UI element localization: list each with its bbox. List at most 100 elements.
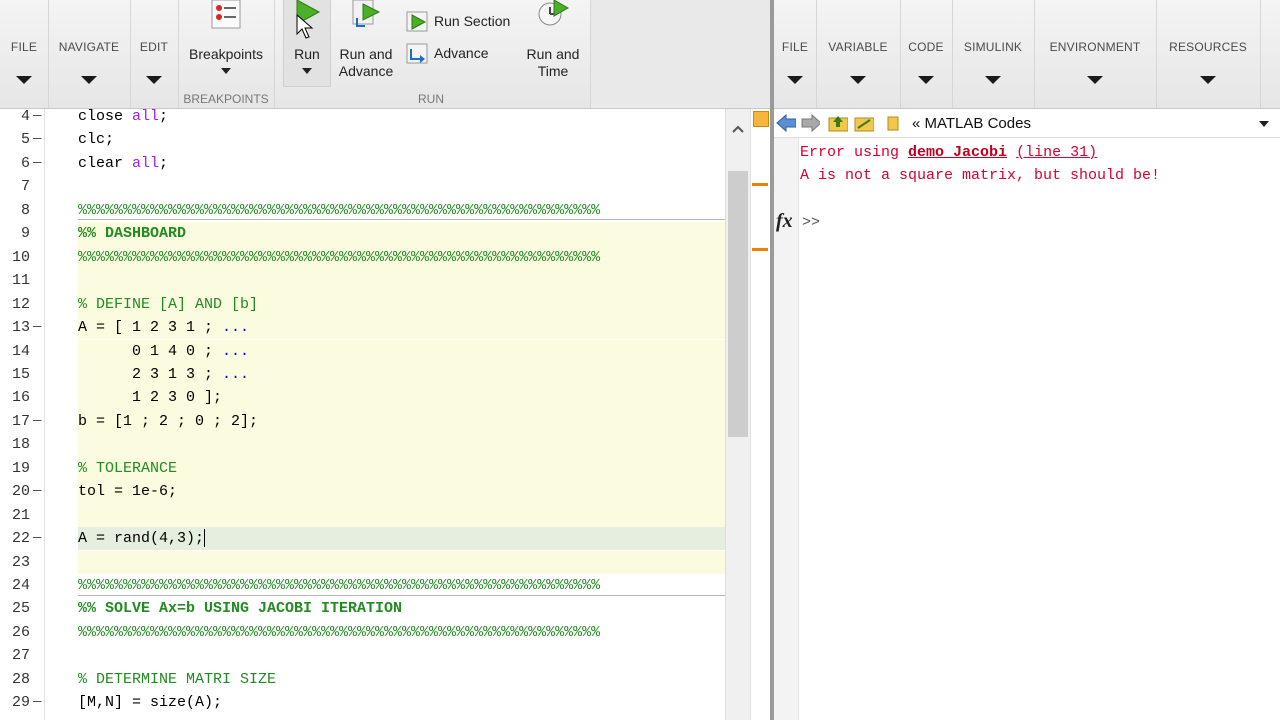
breakpoint-dash[interactable]: —	[33, 109, 41, 128]
chevron-down-icon[interactable]	[1259, 121, 1269, 127]
code-text: 2 3 1 3 ; ...	[78, 363, 249, 386]
code-line[interactable]: 25 %% SOLVE Ax=b USING JACOBI ITERATION	[0, 597, 725, 620]
fx-function-browser-icon[interactable]: fx	[776, 210, 793, 233]
warning-mark[interactable]	[752, 248, 768, 251]
text-cursor	[204, 529, 206, 548]
line-number: 20	[11, 483, 30, 501]
code-line[interactable]: 12 % DEFINE [A] AND [b]	[12, 292, 725, 316]
code-line[interactable]: 9 %% DASHBOARD	[21, 222, 725, 246]
code-line[interactable]: 20— tol = 1e-6;	[12, 480, 725, 504]
breakpoint-dash[interactable]: —	[33, 152, 41, 175]
tab-file[interactable]: FILE	[0, 0, 49, 108]
code-line[interactable]: 26%%%%%%%%%%%%%%%%%%%%%%%%%%%%%%%%%%%%%%…	[0, 621, 725, 644]
scrollbar-thumb[interactable]	[728, 171, 748, 437]
tab-navigate-label: NAVIGATE	[58, 40, 120, 54]
line-number: 6	[20, 154, 30, 172]
editor-scrollbar[interactable]	[725, 109, 750, 720]
code-line[interactable]: 18	[12, 433, 725, 457]
line-number: 23	[11, 553, 30, 571]
tab-edit-label: EDIT	[139, 40, 169, 54]
code-line[interactable]: 28 % DETERMINE MATRI SIZE	[0, 668, 725, 691]
run-section-button[interactable]: Run Section	[404, 8, 520, 34]
command-window[interactable]: Error using demo_Jacobi (line 31) A is n…	[774, 138, 1280, 720]
tab-environment[interactable]: ENVIRONMENT	[1034, 0, 1157, 108]
error-function-link[interactable]: demo_Jacobi	[908, 144, 1007, 161]
run-button[interactable]: Run	[283, 0, 331, 87]
scroll-up-icon[interactable]	[732, 125, 744, 133]
code-line[interactable]: 27	[0, 644, 725, 667]
code-line[interactable]: 16 1 2 3 0 ];	[12, 386, 725, 410]
tab-resources[interactable]: RESOURCES	[1156, 0, 1261, 108]
tab-edit[interactable]: EDIT	[130, 0, 179, 108]
run-label: Run	[294, 46, 320, 62]
main-toolstrip: FILE VARIABLE CODE SIMULINK ENVIRONMENT …	[774, 0, 1280, 109]
run-and-time-button[interactable]: Run and Time	[520, 0, 586, 86]
code-line[interactable]: 13— A = [ 1 2 3 1 ; ...	[12, 316, 725, 340]
code-line[interactable]: 21	[12, 503, 725, 528]
code-line[interactable]: 14 0 1 4 0 ; ...	[12, 339, 725, 363]
run-and-advance-icon	[352, 0, 381, 27]
code-token: [M,N] = size(A);	[78, 694, 223, 712]
breakpoint-dash[interactable]: —	[33, 128, 41, 151]
code-line[interactable]: 22— A = rand(4,3);	[12, 527, 725, 551]
code-line[interactable]: 24%%%%%%%%%%%%%%%%%%%%%%%%%%%%%%%%%%%%%%…	[0, 574, 725, 597]
line-number: 4	[20, 109, 30, 125]
code-line[interactable]: 29— [M,N] = size(A);	[0, 691, 725, 714]
line-number: 7	[20, 178, 30, 196]
run-and-advance-button[interactable]: Run and Advance	[333, 0, 399, 86]
code-line[interactable]: 11	[12, 269, 725, 293]
cell-divider	[78, 595, 725, 596]
breakpoint-dash[interactable]: —	[33, 527, 41, 550]
code-text: [M,N] = size(A);	[78, 691, 222, 714]
advance-button[interactable]: Advance	[404, 40, 504, 66]
line-number: 15	[11, 365, 30, 383]
code-token: ...	[222, 342, 250, 360]
warning-marker-bar	[750, 109, 770, 720]
tab-variable[interactable]: VARIABLE	[816, 0, 901, 108]
tab-navigate[interactable]: NAVIGATE	[48, 0, 131, 108]
tab-file-label: FILE	[10, 40, 38, 54]
run-and-time-label: Run and Time	[520, 46, 586, 80]
line-number: 24	[11, 577, 30, 594]
run-and-time-icon	[538, 0, 570, 26]
code-line[interactable]: 23	[12, 550, 725, 574]
code-text: close all;	[78, 109, 168, 128]
line-number: 12	[11, 295, 30, 313]
line-number: 25	[11, 600, 30, 618]
chevron-down-icon	[985, 76, 1001, 84]
code-token: % DETERMINE MATRI SIZE	[78, 670, 277, 688]
code-line[interactable]: 7	[0, 175, 725, 198]
line-number: 22	[11, 530, 30, 548]
error-line-link[interactable]: (line 31)	[1016, 144, 1097, 161]
mouse-cursor-icon	[296, 14, 314, 39]
breakpoints-button[interactable]: Breakpoints BREAKPOINTS	[178, 0, 275, 108]
code-line[interactable]: 6— clear all;	[0, 152, 725, 175]
code-line[interactable]: 10%%%%%%%%%%%%%%%%%%%%%%%%%%%%%%%%%%%%%%…	[12, 245, 725, 270]
current-folder-path[interactable]: « MATLAB Codes	[912, 115, 1031, 132]
code-line[interactable]: 15 2 3 1 3 ; ...	[12, 362, 725, 387]
warning-mark[interactable]	[752, 183, 768, 186]
tab-file[interactable]: FILE	[774, 0, 817, 108]
warning-indicator-icon[interactable]	[753, 111, 769, 127]
breakpoint-dash[interactable]: —	[33, 480, 41, 503]
chevron-down-icon	[146, 76, 162, 84]
back-arrow-icon[interactable]	[776, 114, 796, 132]
breakpoint-dash[interactable]: —	[33, 316, 41, 339]
code-line[interactable]: 4— close all;	[0, 109, 725, 128]
chevron-down-icon	[850, 76, 866, 84]
code-line[interactable]: 19 % TOLERANCE	[12, 456, 725, 481]
breakpoint-dash[interactable]: —	[33, 410, 41, 433]
line-number: 29	[11, 694, 30, 712]
command-prompt[interactable]: >>	[802, 214, 820, 231]
tab-simulink[interactable]: SIMULINK	[952, 0, 1035, 108]
run-and-time-label-line1: Run and	[526, 46, 580, 62]
code-editor[interactable]: 4— close all; 5— clc; 6— clear all; 7 8%%%%%%%%…	[0, 109, 770, 720]
code-line[interactable]: 17— b = [1 ; 2 ; 0 ; 2];	[12, 409, 725, 434]
tab-code[interactable]: CODE	[900, 0, 953, 108]
up-folder-icon[interactable]	[828, 114, 848, 132]
browse-folder-icon[interactable]	[854, 114, 874, 132]
tab-environment-label: ENVIRONMENT	[1049, 40, 1141, 54]
forward-arrow-icon[interactable]	[800, 114, 820, 132]
breakpoint-dash[interactable]: —	[33, 691, 41, 714]
code-line[interactable]: 5— clc;	[0, 128, 725, 151]
